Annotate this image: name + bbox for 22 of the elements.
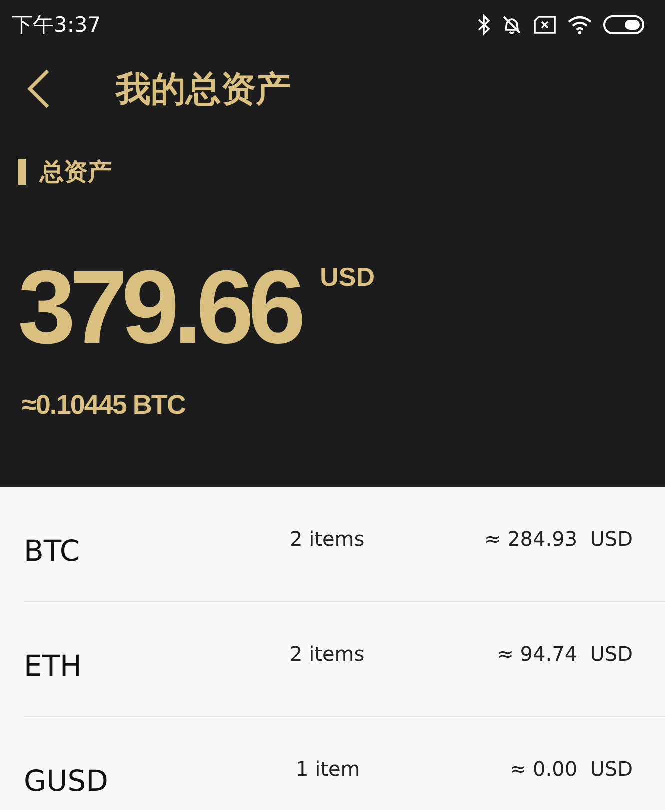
accent-bar <box>18 159 26 185</box>
currency-label: USD <box>320 262 375 293</box>
page-title: 我的总资产 <box>116 68 291 112</box>
wifi-icon <box>567 15 593 35</box>
back-icon[interactable] <box>26 69 52 109</box>
total-amount: 379.66 <box>18 258 300 358</box>
item-count: 2 items <box>289 642 365 666</box>
item-count: 2 items <box>289 527 365 551</box>
asset-symbol: GUSD <box>24 764 110 798</box>
muted-bell-icon <box>501 14 523 36</box>
btc-equivalent: ≈0.10445 BTC <box>21 390 186 421</box>
asset-value: ≈ 0.00 USD <box>510 757 634 781</box>
asset-value: ≈ 284.93 USD <box>484 527 634 551</box>
sim-card-icon <box>533 15 557 35</box>
item-count: 1 item <box>295 757 360 781</box>
asset-symbol: ETH <box>24 649 83 683</box>
status-time: 下午3:37 <box>12 12 102 39</box>
asset-symbol: BTC <box>24 534 82 568</box>
asset-value: ≈ 94.74 USD <box>497 642 634 666</box>
bluetooth-icon <box>477 14 491 36</box>
battery-icon <box>603 14 645 36</box>
section-label: 总资产 <box>40 157 112 188</box>
